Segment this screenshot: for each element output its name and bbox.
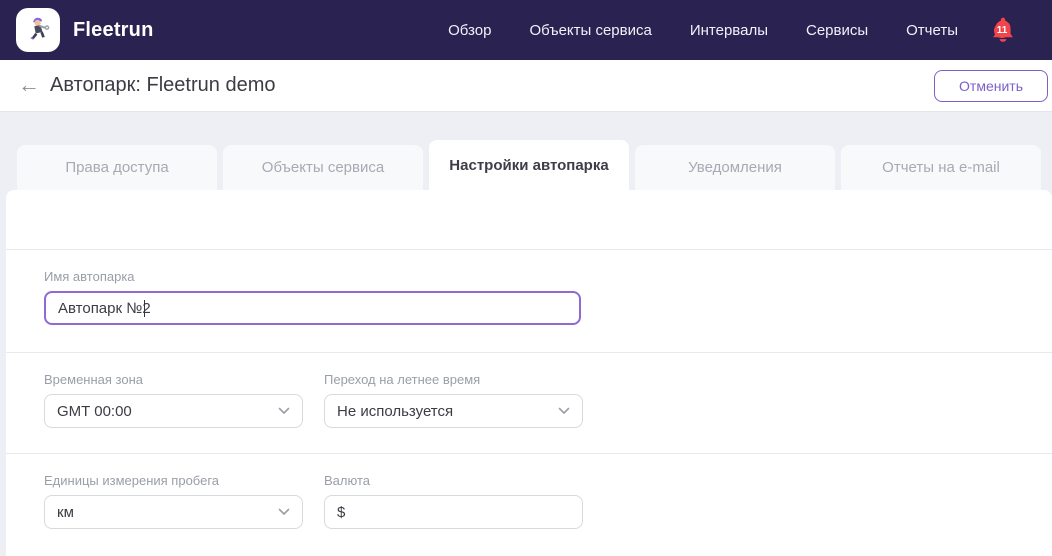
fleet-settings-panel: Имя автопарка Временная зона GMT 00:00 П… <box>6 190 1052 556</box>
mileage-units-select[interactable]: км <box>44 495 303 529</box>
page-header: ← Автопарк: Fleetrun demo Отменить <box>0 60 1052 112</box>
top-navbar: Fleetrun Обзор Объекты сервиса Интервалы… <box>0 0 1052 60</box>
mileage-units-label: Единицы измерения пробега <box>44 473 220 488</box>
timezone-value: GMT 00:00 <box>57 402 132 420</box>
notifications-button[interactable]: 11 <box>990 16 1016 44</box>
nav-item-services[interactable]: Сервисы <box>806 22 868 39</box>
currency-field: Валюта <box>324 473 583 529</box>
page-title: Автопарк: Fleetrun demo <box>50 74 276 96</box>
nav-item-reports[interactable]: Отчеты <box>906 22 958 39</box>
chevron-down-icon <box>278 508 290 516</box>
tab-notifications[interactable]: Уведомления <box>635 145 835 190</box>
nav-item-service-objects[interactable]: Объекты сервиса <box>529 22 651 39</box>
timezone-select[interactable]: GMT 00:00 <box>44 394 303 428</box>
dst-label: Переход на летнее время <box>324 372 481 387</box>
dst-select[interactable]: Не используется <box>324 394 583 428</box>
currency-input[interactable] <box>324 495 583 529</box>
tab-service-objects[interactable]: Объекты сервиса <box>223 145 423 190</box>
chevron-down-icon <box>558 407 570 415</box>
main-nav: Обзор Объекты сервиса Интервалы Сервисы … <box>448 16 1016 44</box>
currency-label: Валюта <box>324 473 370 488</box>
back-arrow-icon[interactable]: ← <box>18 73 40 96</box>
nav-item-overview[interactable]: Обзор <box>448 22 491 39</box>
timezone-label: Временная зона <box>44 372 143 387</box>
fleet-name-label: Имя автопарка <box>44 269 135 284</box>
tab-access-rights[interactable]: Права доступа <box>17 145 217 190</box>
timezone-field: Временная зона GMT 00:00 <box>44 372 303 428</box>
tab-strip: Права доступа Объекты сервиса Настройки … <box>0 112 1052 190</box>
fleet-name-field-wrap <box>44 291 1052 325</box>
cancel-button[interactable]: Отменить <box>934 69 1048 102</box>
dst-field: Переход на летнее время Не используется <box>324 372 583 428</box>
units-section: Единицы измерения пробега км Валюта <box>6 454 1052 556</box>
text-cursor <box>144 300 145 317</box>
fleetrun-logo[interactable] <box>16 8 60 52</box>
notification-count-badge: 11 <box>994 23 1010 38</box>
tab-fleet-settings[interactable]: Настройки автопарка <box>429 140 629 190</box>
tab-email-reports[interactable]: Отчеты на e-mail <box>841 145 1041 190</box>
panel-top-spacer <box>6 190 1052 250</box>
mechanic-mascot-icon <box>22 12 54 49</box>
chevron-down-icon <box>278 407 290 415</box>
mileage-units-field: Единицы измерения пробега км <box>44 473 303 529</box>
mileage-units-value: км <box>57 503 74 521</box>
dst-value: Не используется <box>337 402 454 420</box>
fleet-name-input[interactable] <box>44 291 581 325</box>
nav-item-intervals[interactable]: Интервалы <box>690 22 768 39</box>
brand-name: Fleetrun <box>73 18 154 41</box>
timezone-section: Временная зона GMT 00:00 Переход на летн… <box>6 353 1052 454</box>
fleet-name-section: Имя автопарка <box>6 250 1052 353</box>
